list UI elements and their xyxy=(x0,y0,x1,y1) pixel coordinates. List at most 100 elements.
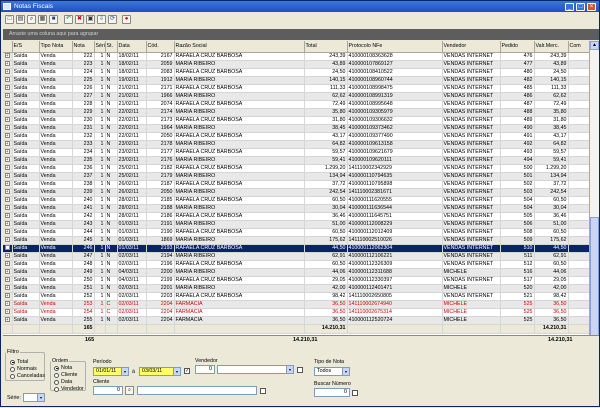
expand-icon[interactable]: + xyxy=(3,68,13,77)
table-row[interactable]: + Saída Venda 253 1 C 02/03/11 2204 FARMACIA 36,5… xyxy=(3,300,589,309)
close-button[interactable]: × xyxy=(587,2,596,11)
expand-icon[interactable]: + xyxy=(3,108,13,117)
vendedor-select[interactable]: ▾ xyxy=(217,365,294,374)
expand-icon[interactable]: + xyxy=(3,76,13,85)
expand-icon[interactable]: + xyxy=(3,236,13,245)
expand-icon[interactable]: + xyxy=(3,92,13,101)
expand-icon[interactable]: + xyxy=(3,124,13,133)
expand-icon[interactable]: + xyxy=(3,300,13,309)
filtro-total-radio[interactable]: Total xyxy=(10,359,28,365)
table-row[interactable]: + Saída Venda 246 1 N 01/03/11 2193 RAFAELA CRUZ… xyxy=(3,244,589,253)
document-icon[interactable]: ▣ xyxy=(86,15,95,24)
expand-icon[interactable]: + xyxy=(3,148,13,157)
expand-icon[interactable]: + xyxy=(3,276,13,285)
scroll-thumb[interactable] xyxy=(590,217,599,337)
table-row[interactable]: + Saída Venda 255 1 N 02/03/11 2204 FARMACIA 36,5… xyxy=(3,316,589,325)
table-row[interactable]: + Saída Venda 230 1 N 22/02/11 2173 RAFAELA CRUZ… xyxy=(3,116,589,125)
scroll-up-icon[interactable]: ▲ xyxy=(590,41,599,50)
table-row[interactable]: + Saída Venda 234 1 N 23/02/11 2177 RAFAELA CRUZ… xyxy=(3,148,589,157)
expand-icon[interactable]: + xyxy=(3,252,13,261)
table-row[interactable]: + Saída Venda 231 1 N 22/02/11 1964 MARIA RIBEIR… xyxy=(3,124,589,133)
table-row[interactable]: + Saída Venda 226 1 N 21/02/11 2171 RAFAELA CRUZ… xyxy=(3,84,589,93)
column-header[interactable]: Tipo Nota xyxy=(39,41,73,53)
column-header[interactable]: E/S xyxy=(12,41,40,53)
vertical-scrollbar[interactable]: ▲ ▼ xyxy=(589,41,599,344)
filtro-normais-radio[interactable]: Normais xyxy=(10,366,37,372)
table-row[interactable]: + Saída Venda 247 1 N 02/03/11 2194 MARIA RIBEIR… xyxy=(3,252,589,261)
delete-icon[interactable]: ✖ xyxy=(75,15,84,24)
serie-select[interactable]: ▾ xyxy=(23,393,45,402)
search-icon[interactable]: ⌕ xyxy=(27,15,36,24)
table-row[interactable]: + Saída Venda 227 1 N 21/02/11 1966 MARIA RIBEIR… xyxy=(3,92,589,101)
undo-icon[interactable]: ↶ xyxy=(64,15,73,24)
expand-icon[interactable]: + xyxy=(3,212,13,221)
column-header[interactable]: Nota xyxy=(72,41,95,53)
expand-icon[interactable]: + xyxy=(3,292,13,301)
table-row[interactable]: + Saída Venda 233 1 N 23/02/11 2178 MARIA RIBEIR… xyxy=(3,140,589,149)
periodo-end-field[interactable]: 03/03/11 ▾ xyxy=(139,367,181,376)
save-icon[interactable]: ■ xyxy=(49,15,58,24)
column-header[interactable]: Data xyxy=(117,41,147,53)
buscar-numero-field[interactable]: 0 xyxy=(314,388,350,397)
vendedor-field[interactable]: 0 xyxy=(195,365,215,374)
expand-icon[interactable]: + xyxy=(3,228,13,237)
expand-icon[interactable]: + xyxy=(3,244,13,253)
expand-icon[interactable]: + xyxy=(3,180,13,189)
periodo-checkbox[interactable]: ✓ xyxy=(184,368,190,374)
table-row[interactable]: + Saída Venda 254 1 C 02/03/11 2204 FARMACIA 36,5… xyxy=(3,308,589,317)
table-row[interactable]: + Saída Venda 243 1 N 01/03/11 2191 MARIA RIBEIR… xyxy=(3,220,589,229)
expand-icon[interactable]: + xyxy=(3,308,13,317)
expand-icon[interactable]: + xyxy=(3,140,13,149)
table-row[interactable]: + Saída Venda 248 1 N 02/03/11 2196 RAFAELA CRUZ… xyxy=(3,260,589,269)
column-header[interactable]: Série xyxy=(94,41,106,53)
expand-icon[interactable]: + xyxy=(3,116,13,125)
expand-icon[interactable]: + xyxy=(3,260,13,269)
minimize-button[interactable]: _ xyxy=(565,2,574,11)
column-header[interactable]: Razão Social xyxy=(174,41,305,53)
expand-icon[interactable]: + xyxy=(3,188,13,197)
expand-icon[interactable]: + xyxy=(3,164,13,173)
column-header[interactable]: Protocolo NFe xyxy=(347,41,443,53)
ordem-cliente-radio[interactable]: Cliente xyxy=(54,372,78,378)
expand-icon[interactable]: + xyxy=(3,84,13,93)
ordem-data-radio[interactable]: Data xyxy=(54,379,72,385)
tipo-nota-select[interactable]: Todos ▾ xyxy=(314,367,350,376)
expand-icon[interactable]: + xyxy=(3,220,13,229)
expand-icon[interactable]: + xyxy=(3,284,13,293)
table-row[interactable]: + Saída Venda 249 1 N 04/03/11 2200 MARIA RIBEIR… xyxy=(3,268,589,277)
expand-icon[interactable]: + xyxy=(3,156,13,165)
expand-icon[interactable]: + xyxy=(3,268,13,277)
expand-icon[interactable]: + xyxy=(3,204,13,213)
cliente-name-field[interactable] xyxy=(137,386,257,395)
table-row[interactable]: + Saída Venda 228 1 N 21/02/11 2074 RAFAELA CRUZ… xyxy=(3,100,589,109)
table-row[interactable]: + Saída Venda 250 1 N 04/03/11 2199 RAFAELA CRUZ… xyxy=(3,276,589,285)
column-header[interactable]: St. xyxy=(105,41,118,53)
column-header[interactable]: Pedido xyxy=(500,41,535,53)
table-row[interactable]: + Saída Venda 232 1 N 22/02/11 2050 RAFAELA CRUZ… xyxy=(3,132,589,141)
table-row[interactable]: + Saída Venda 242 1 N 28/02/11 2186 RAFAELA CRUZ… xyxy=(3,212,589,221)
cliente-search-icon[interactable]: ⌕ xyxy=(125,386,134,395)
table-row[interactable]: + Saída Venda 237 1 N 25/02/11 2179 MARIA RIBEIR… xyxy=(3,172,589,181)
expand-icon[interactable]: + xyxy=(3,100,13,109)
column-header[interactable]: Valr.Merc. xyxy=(534,41,569,53)
expand-icon[interactable]: + xyxy=(3,132,13,141)
table-row[interactable]: + Saída Venda 222 1 N 18/02/11 2167 RAFAELA CRUZ… xyxy=(3,52,589,61)
vendedor-checkbox[interactable] xyxy=(297,367,303,373)
cliente-checkbox[interactable] xyxy=(260,388,266,394)
buscar-numero-checkbox[interactable] xyxy=(352,390,358,396)
cliente-field[interactable]: 0 xyxy=(93,386,123,395)
table-row[interactable]: + Saída Venda 236 1 N 25/02/11 2182 RAFAELA CRUZ… xyxy=(3,164,589,173)
table-row[interactable]: + Saída Venda 229 1 N 22/02/11 2174 MARIA RIBEIR… xyxy=(3,108,589,117)
open-icon[interactable]: ▤ xyxy=(16,15,25,24)
table-row[interactable]: + Saída Venda 252 1 N 02/03/11 2203 RAFAELA CRUZ… xyxy=(3,292,589,301)
print-icon[interactable]: ▦ xyxy=(38,15,47,24)
expand-icon[interactable]: + xyxy=(3,52,13,61)
stop-icon[interactable]: ● xyxy=(122,15,131,24)
new-icon[interactable]: □ xyxy=(5,15,14,24)
refresh-icon[interactable]: ⟳ xyxy=(108,15,117,24)
filtro-canceladas-radio[interactable]: Canceladas xyxy=(10,373,45,379)
column-header[interactable]: Cód. xyxy=(146,41,175,53)
ordem-vendedor-radio[interactable]: Vendedor xyxy=(54,386,84,392)
expand-icon[interactable]: + xyxy=(3,316,13,325)
table-row[interactable]: + Saída Venda 244 1 N 01/03/11 2190 RAFAELA CRUZ… xyxy=(3,228,589,237)
